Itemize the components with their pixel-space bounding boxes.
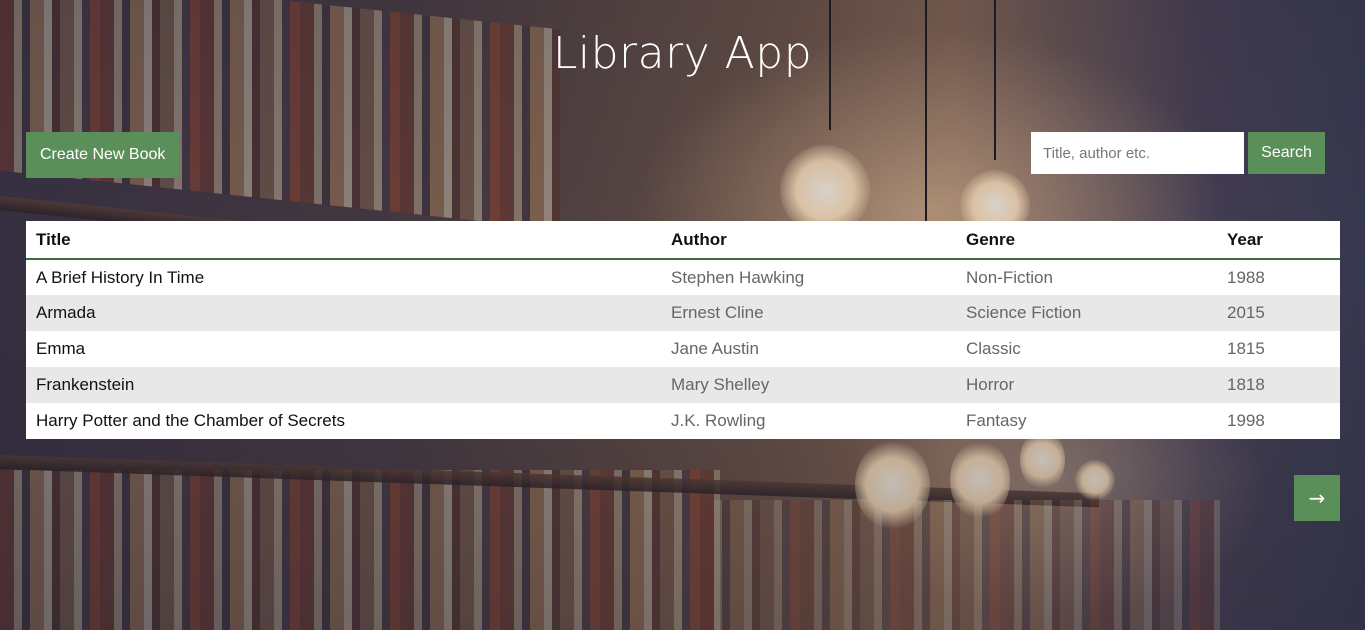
search-input[interactable] [1031, 132, 1244, 174]
arrow-right-icon: → [1308, 486, 1326, 510]
book-author-cell: Jane Austin [671, 339, 759, 358]
book-title-cell: A Brief History In Time [36, 267, 205, 287]
book-title-cell: Frankenstein [36, 375, 135, 394]
book-title-cell: Armada [36, 303, 96, 322]
book-author-cell: Ernest Cline [671, 303, 764, 322]
page-title: Library App [552, 28, 813, 79]
column-header-author[interactable]: Author [661, 221, 956, 260]
table-row[interactable]: Harry Potter and the Chamber of Secrets … [26, 403, 1340, 439]
book-title-cell: Harry Potter and the Chamber of Secrets [36, 411, 345, 430]
book-genre-cell: Fantasy [966, 411, 1027, 430]
next-page-button[interactable]: → [1294, 475, 1340, 521]
books-table: Title Author Genre Year A Brief History … [26, 221, 1340, 439]
book-genre-cell: Classic [966, 339, 1021, 358]
book-year-cell: 1988 [1227, 267, 1265, 287]
book-year-cell: 1998 [1227, 411, 1265, 430]
table-row[interactable]: Emma Jane Austin Classic 1815 [26, 331, 1340, 367]
column-header-title[interactable]: Title [26, 221, 661, 260]
table-row[interactable]: Frankenstein Mary Shelley Horror 1818 [26, 367, 1340, 403]
search-button[interactable]: Search [1248, 132, 1325, 174]
book-genre-cell: Science Fiction [966, 303, 1082, 322]
book-author-cell: J.K. Rowling [671, 411, 766, 430]
book-author-cell: Stephen Hawking [671, 267, 805, 287]
column-header-year[interactable]: Year [1217, 221, 1340, 260]
table-row[interactable]: Armada Ernest Cline Science Fiction 2015 [26, 295, 1340, 331]
create-new-book-button[interactable]: Create New Book [26, 132, 180, 178]
book-year-cell: 2015 [1227, 303, 1265, 322]
book-title-cell: Emma [36, 339, 86, 358]
book-genre-cell: Horror [966, 375, 1015, 394]
book-author-cell: Mary Shelley [671, 375, 770, 394]
table-header-row: Title Author Genre Year [26, 221, 1340, 260]
book-year-cell: 1818 [1227, 375, 1265, 394]
book-year-cell: 1815 [1227, 339, 1265, 358]
column-header-genre[interactable]: Genre [956, 221, 1217, 260]
book-genre-cell: Non-Fiction [966, 267, 1053, 287]
table-row[interactable]: A Brief History In Time Stephen Hawking … [26, 259, 1340, 295]
